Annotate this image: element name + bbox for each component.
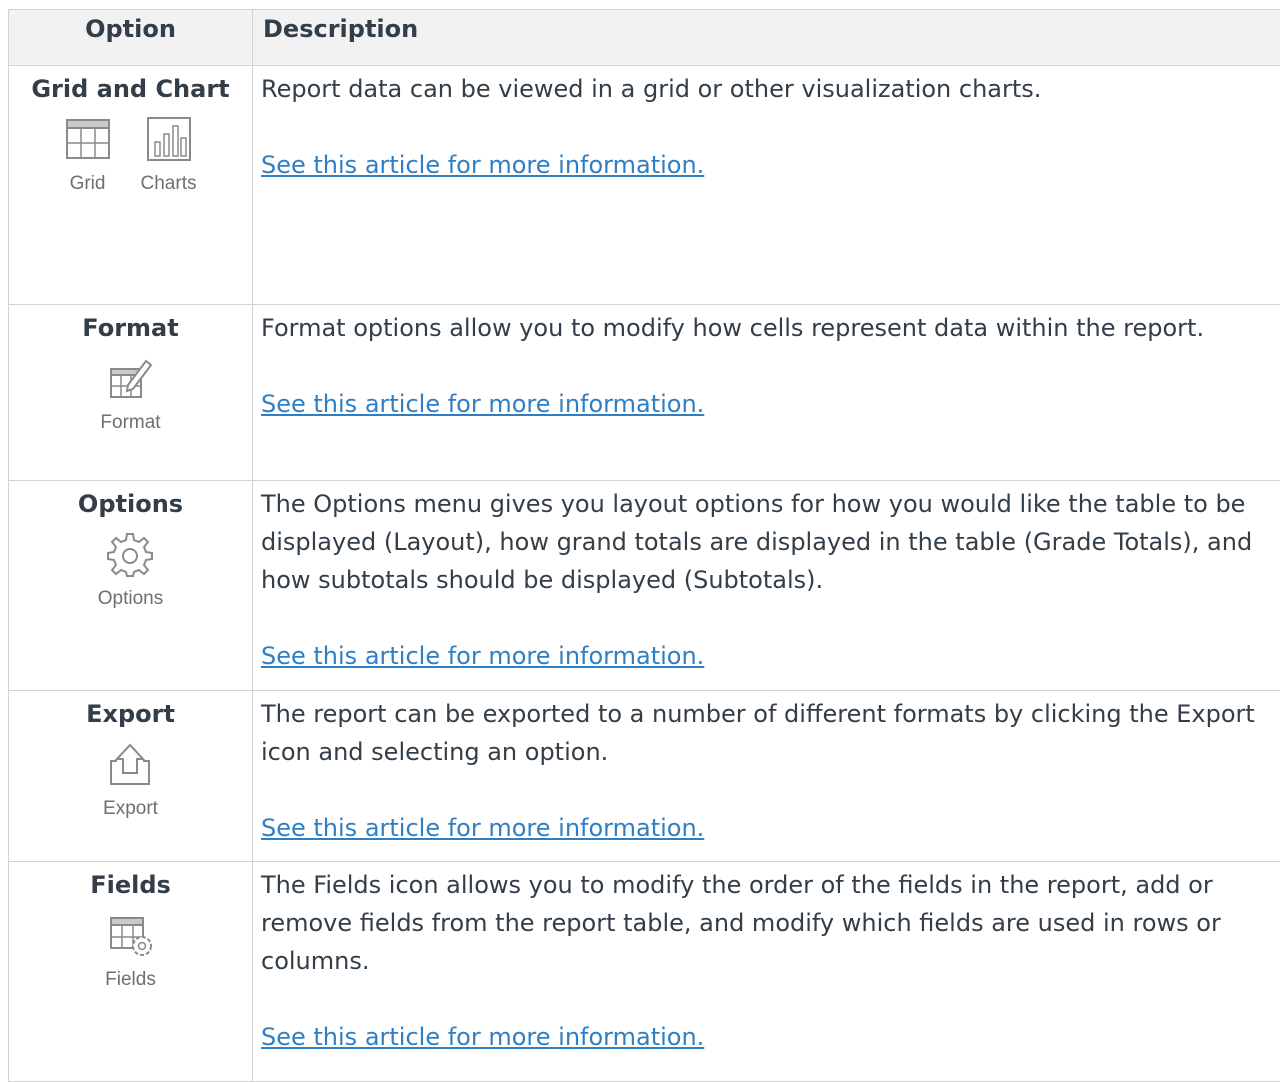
option-title: Fields	[15, 866, 246, 904]
description-text: Format options allow you to modify how c…	[261, 309, 1280, 347]
description-text: The report can be exported to a number o…	[261, 695, 1280, 771]
description-text: The Options menu gives you layout option…	[261, 485, 1280, 599]
option-cell: Grid and Chart Grid	[9, 66, 253, 305]
option-cell: Fields Fields	[9, 862, 253, 1082]
options-table: Option Description Grid and Chart	[8, 9, 1280, 1082]
gear-icon	[107, 531, 153, 577]
option-cell: Export Export	[9, 691, 253, 862]
option-title: Format	[15, 309, 246, 347]
icon-label: Options	[98, 587, 163, 611]
fields-tool: Fields	[105, 912, 156, 992]
more-info-link[interactable]: See this article for more information.	[261, 151, 704, 179]
table-row: Export Export The report can be exported…	[9, 691, 1280, 862]
table-header-row: Option Description	[9, 10, 1280, 66]
description-text: The Fields icon allows you to modify the…	[261, 866, 1280, 980]
format-tool: Format	[100, 355, 160, 435]
table-row: Grid and Chart Grid	[9, 66, 1280, 305]
header-description: Description	[253, 10, 1280, 66]
more-info-link[interactable]: See this article for more information.	[261, 814, 704, 842]
option-title: Grid and Chart	[15, 70, 246, 108]
bar-chart-icon	[146, 116, 192, 162]
grid-tool: Grid	[65, 116, 111, 196]
icon-label: Charts	[141, 172, 197, 196]
option-cell: Format Format	[9, 305, 253, 481]
more-info-link[interactable]: See this article for more information.	[261, 390, 704, 418]
icon-label: Grid	[70, 172, 106, 196]
export-tool: Export	[103, 741, 158, 821]
option-cell: Options Options	[9, 481, 253, 691]
description-cell: Format options allow you to modify how c…	[253, 305, 1280, 481]
header-option: Option	[9, 10, 253, 66]
description-cell: Report data can be viewed in a grid or o…	[253, 66, 1280, 305]
description-cell: The report can be exported to a number o…	[253, 691, 1280, 862]
option-title: Export	[15, 695, 246, 733]
more-info-link[interactable]: See this article for more information.	[261, 642, 704, 670]
table-row: Fields Fields	[9, 862, 1280, 1082]
more-info-link[interactable]: See this article for more information.	[261, 1023, 704, 1051]
description-cell: The Options menu gives you layout option…	[253, 481, 1280, 691]
icon-label: Export	[103, 797, 158, 821]
table-row: Format Format	[9, 305, 1280, 481]
options-tool: Options	[98, 531, 163, 611]
table-row: Options Options The Options menu gives y…	[9, 481, 1280, 691]
description-cell: The Fields icon allows you to modify the…	[253, 862, 1280, 1082]
format-icon	[108, 355, 154, 401]
grid-icon	[65, 116, 111, 162]
icon-label: Format	[100, 411, 160, 435]
fields-icon	[108, 912, 154, 958]
description-text: Report data can be viewed in a grid or o…	[261, 70, 1280, 108]
charts-tool: Charts	[141, 116, 197, 196]
export-icon	[107, 741, 153, 787]
icon-label: Fields	[105, 968, 156, 992]
option-title: Options	[15, 485, 246, 523]
